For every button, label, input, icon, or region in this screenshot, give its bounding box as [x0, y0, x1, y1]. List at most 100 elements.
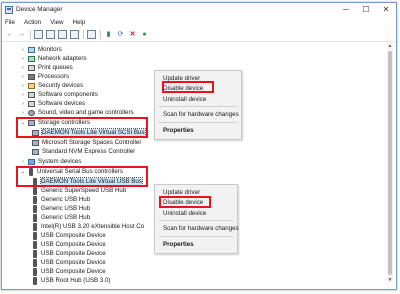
- printer-icon: [28, 64, 35, 71]
- toolbar: ← → ▮ ⟳ ✕ ●: [2, 28, 396, 42]
- tree-node-label: USB Composite Device: [41, 250, 106, 257]
- tree-node-network-adapters[interactable]: › Network adapters: [20, 54, 86, 63]
- software-icon: [28, 100, 35, 107]
- tree-node-label: Monitors: [38, 46, 62, 53]
- processor-icon: [28, 73, 35, 80]
- menu-properties[interactable]: Properties: [163, 241, 194, 248]
- tree-node-usb-device[interactable]: Generic USB Hub: [32, 195, 90, 204]
- update-driver-icon[interactable]: ▮: [104, 30, 113, 39]
- tree-node-label: Software devices: [38, 100, 86, 107]
- expand-arrow-icon[interactable]: ›: [20, 92, 26, 98]
- menu-bar: File Action View Help: [2, 17, 396, 28]
- menu-help[interactable]: Help: [73, 19, 86, 26]
- tree-node-label: Generic USB Hub: [41, 214, 91, 221]
- tree-node-label: USB Composite Device: [41, 268, 106, 275]
- tree-node-usb-device[interactable]: USB Composite Device: [32, 231, 106, 240]
- usb-icon: [33, 204, 37, 213]
- usb-icon: [33, 276, 37, 285]
- enable-device-icon[interactable]: ●: [140, 30, 149, 39]
- expand-arrow-icon[interactable]: ›: [20, 65, 26, 71]
- expand-arrow-icon[interactable]: ›: [20, 83, 26, 89]
- expand-arrow-icon[interactable]: ›: [20, 159, 26, 165]
- tree-node-processors[interactable]: › Processors: [20, 72, 69, 81]
- tree-node-usb-device[interactable]: USB Composite Device: [32, 249, 106, 258]
- highlight-box-usb: [16, 166, 148, 187]
- tree-node-label: Generic USB Hub: [41, 205, 91, 212]
- usb-icon: [33, 249, 37, 258]
- menu-view[interactable]: View: [50, 19, 63, 26]
- expand-arrow-icon[interactable]: ›: [20, 74, 26, 80]
- menu-scan-hardware[interactable]: Scan for hardware changes: [163, 111, 239, 118]
- expand-arrow-icon[interactable]: ›: [20, 56, 26, 62]
- menu-separator: [159, 220, 233, 221]
- menu-properties[interactable]: Properties: [163, 127, 194, 134]
- forward-arrow-icon[interactable]: →: [17, 30, 26, 39]
- tree-node-label: Print queues: [38, 64, 73, 71]
- tree-node-security-devices[interactable]: › Security devices: [20, 81, 83, 90]
- tree-node-label: USB Composite Device: [41, 241, 106, 248]
- scan-hardware-icon[interactable]: ⟳: [116, 30, 125, 39]
- menu-uninstall-device[interactable]: Uninstall device: [163, 210, 206, 217]
- menu-action[interactable]: Action: [24, 19, 41, 26]
- uninstall-icon[interactable]: ✕: [128, 30, 137, 39]
- menu-file[interactable]: File: [5, 19, 15, 26]
- maximize-button[interactable]: ☐: [356, 3, 376, 16]
- close-button[interactable]: ✕: [376, 3, 396, 16]
- tree-node-system-devices[interactable]: › System devices: [20, 157, 81, 166]
- menu-uninstall-device[interactable]: Uninstall device: [163, 96, 206, 103]
- menu-update-driver[interactable]: Update driver: [163, 189, 200, 196]
- usb-icon: [33, 213, 37, 222]
- tree-node-usb-device[interactable]: USB Composite Device: [32, 240, 106, 249]
- view-icon[interactable]: [70, 30, 79, 39]
- tree-node-usb-device[interactable]: Generic SuperSpeed USB Hub: [32, 186, 126, 195]
- back-arrow-icon[interactable]: ←: [5, 30, 14, 39]
- tree-node-sound-video-game[interactable]: › Sound, video and game controllers: [20, 108, 134, 117]
- expand-arrow-icon[interactable]: ›: [20, 101, 26, 107]
- tree-node-usb-device[interactable]: USB Composite Device: [32, 258, 106, 267]
- tree-node-usb-device[interactable]: Intel(R) USB 3.20 eXtensible Host Co: [32, 222, 144, 231]
- tree-node-usb-device[interactable]: Generic USB Hub: [32, 213, 90, 222]
- tree-node-label: System devices: [38, 158, 82, 165]
- tree-node-nvme-controller[interactable]: Standard NVM Express Controller: [32, 147, 135, 156]
- tree-node-label: USB Composite Device: [41, 232, 106, 239]
- highlight-box-disable-2: [159, 196, 211, 208]
- tree-node-label: Generic USB Hub: [41, 196, 91, 203]
- usb-icon: [33, 240, 37, 249]
- tree-node-software-devices[interactable]: › Software devices: [20, 99, 85, 108]
- tree-node-usb-device[interactable]: Generic USB Hub: [32, 204, 90, 213]
- tree-node-label: Sound, video and game controllers: [38, 109, 134, 116]
- expand-arrow-icon[interactable]: ›: [20, 110, 26, 116]
- tree-node-usb-device[interactable]: USB Root Hub (USB 3.0): [32, 276, 110, 285]
- tree-node-label: Processors: [38, 73, 69, 80]
- tree-node-ms-storage-spaces[interactable]: Microsoft Storage Spaces Controller: [32, 138, 141, 147]
- tree-node-software-components[interactable]: › Software components: [20, 90, 98, 99]
- expand-arrow-icon[interactable]: ›: [20, 47, 26, 53]
- scrollbar-thumb[interactable]: [388, 51, 392, 275]
- properties-icon[interactable]: [46, 30, 55, 39]
- menu-separator: [159, 106, 237, 107]
- usb-icon: [33, 222, 37, 231]
- show-hide-console-tree-icon[interactable]: [34, 30, 43, 39]
- menu-separator: [159, 236, 233, 237]
- help-icon[interactable]: [58, 30, 67, 39]
- tree-node-print-queues[interactable]: › Print queues: [20, 63, 73, 72]
- tree-node-label: USB Root Hub (USB 3.0): [41, 277, 111, 284]
- device-manager-icon: [5, 5, 13, 14]
- usb-icon: [33, 195, 37, 204]
- usb-icon: [33, 258, 37, 267]
- tree-node-label: Security devices: [38, 82, 84, 89]
- tree-node-usb-device[interactable]: USB Composite Device: [32, 267, 106, 276]
- usb-icon: [33, 267, 37, 276]
- menu-scan-hardware[interactable]: Scan for hardware changes: [163, 225, 239, 232]
- toolbar-separator: [30, 30, 31, 39]
- window-controls: ─ ☐ ✕: [336, 3, 396, 16]
- device-manager-window: Device Manager ─ ☐ ✕ File Action View He…: [1, 2, 397, 290]
- scroll-down-arrow-icon[interactable]: ▼: [387, 277, 393, 283]
- context-menu-usb: Update driver Disable device Uninstall d…: [154, 184, 239, 254]
- monitor-icon[interactable]: [87, 30, 96, 39]
- minimize-button[interactable]: ─: [336, 3, 356, 16]
- tree-node-monitors[interactable]: › Monitors: [20, 45, 62, 54]
- scroll-up-arrow-icon[interactable]: ▲: [387, 43, 393, 49]
- storage-icon: [32, 139, 39, 146]
- vertical-scrollbar[interactable]: ▲ ▼: [387, 43, 393, 283]
